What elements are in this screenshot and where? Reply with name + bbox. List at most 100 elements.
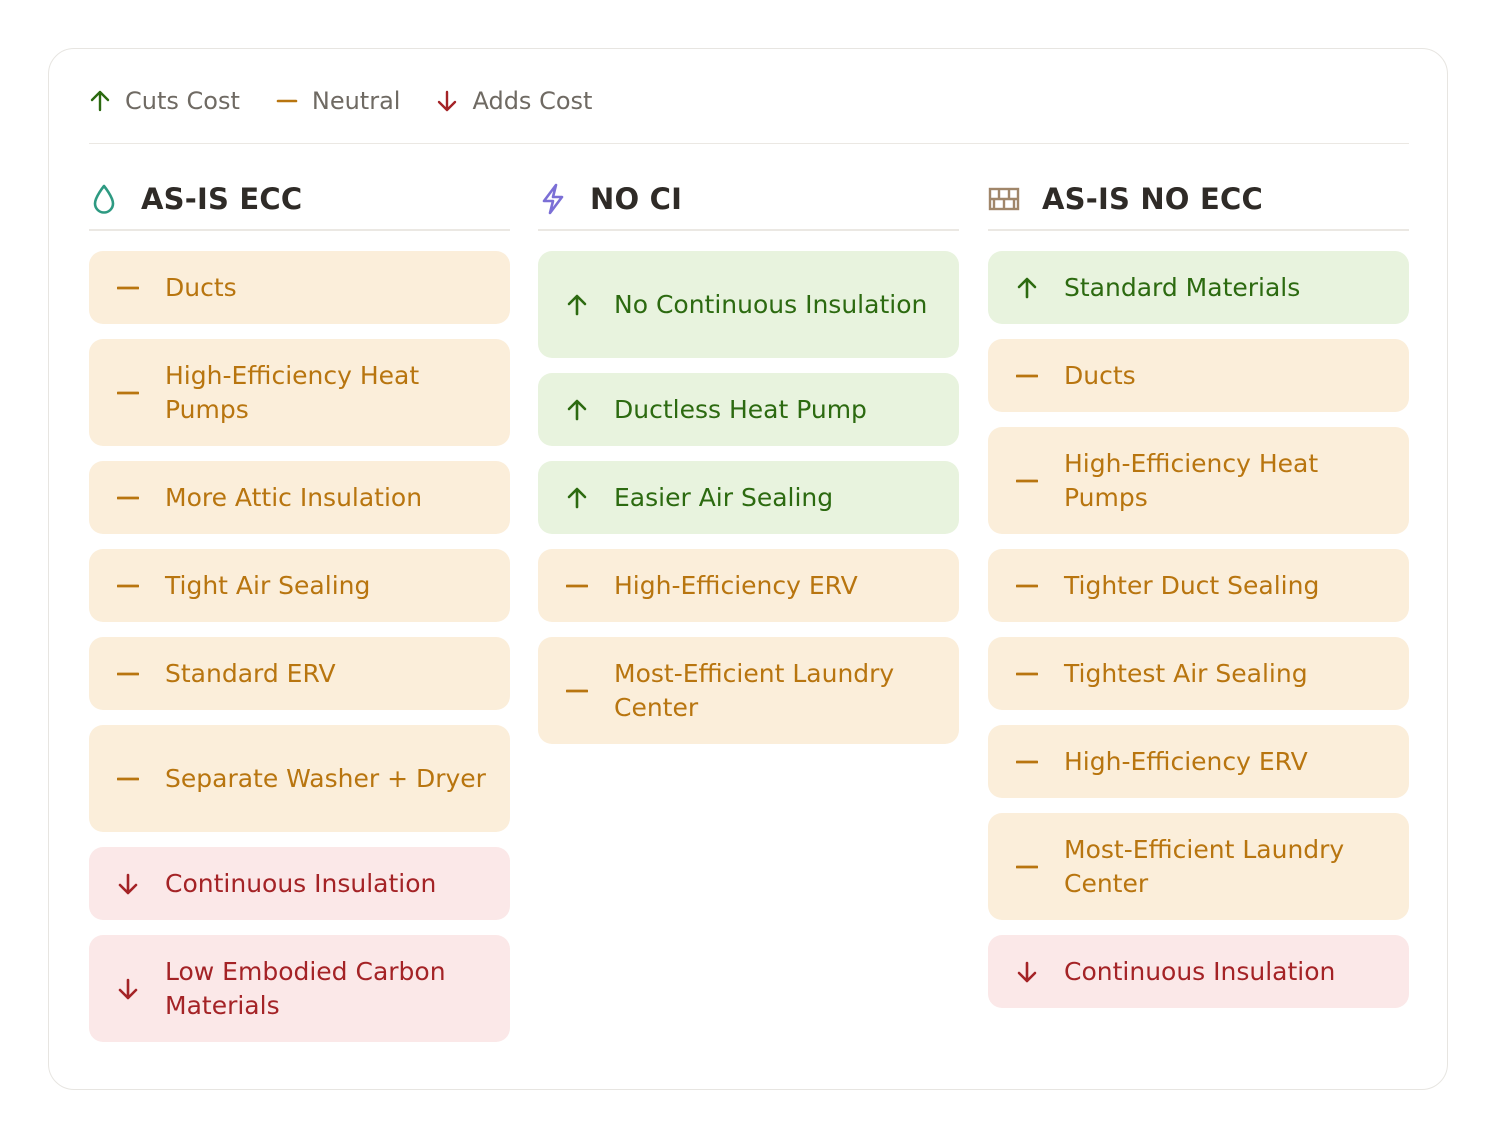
- legend-adds-cost: Adds Cost: [436, 87, 592, 115]
- item-label: Low Embodied Carbon Materials: [165, 956, 446, 1020]
- column-title: AS-IS ECC: [141, 182, 303, 216]
- item-label: More Attic Insulation: [165, 482, 423, 512]
- item-label: Continuous Insulation: [165, 868, 437, 898]
- lightning-icon: [542, 183, 564, 215]
- item-card-neutral: Tightest Air Sealing: [988, 637, 1409, 710]
- item-card-neutral: Tighter Duct Sealing: [988, 549, 1409, 622]
- legend: Cuts Cost Neutral Adds Cost: [89, 79, 628, 123]
- item-card-adds-cost: Continuous Insulation: [988, 935, 1409, 1008]
- impact-indicator: [117, 661, 165, 687]
- item-label: Tighter Duct Sealing: [1064, 570, 1320, 600]
- item-card-neutral: High-Efficiency ERV: [538, 549, 959, 622]
- item-card-neutral: Standard ERV: [89, 637, 510, 710]
- impact-indicator: [1016, 854, 1064, 880]
- impact-indicator: [1016, 661, 1064, 687]
- dash-icon: [117, 286, 139, 289]
- dash-icon: [566, 689, 588, 692]
- arrow-up-icon: [567, 399, 587, 420]
- dash-icon: [276, 99, 298, 103]
- item-card-cuts-cost: Easier Air Sealing: [538, 461, 959, 534]
- brick-wall-icon: [988, 187, 1020, 211]
- impact-indicator: [1016, 959, 1064, 985]
- impact-indicator: [117, 485, 165, 511]
- arrow-down-icon: [118, 978, 138, 999]
- column-items: Ducts High-Efficiency Heat Pumps More Atti…: [89, 251, 510, 1042]
- item-card-neutral: Ducts: [89, 251, 510, 324]
- item-label: Standard ERV: [165, 658, 336, 688]
- legend-neutral-label: Neutral: [311, 87, 401, 115]
- column-header: NO CI: [538, 169, 959, 231]
- impact-indicator: [566, 678, 614, 704]
- impact-indicator: [1016, 468, 1064, 494]
- arrow-up-icon: [1017, 277, 1037, 298]
- item-label: Ducts: [1064, 360, 1136, 390]
- item-label: Continuous Insulation: [1064, 956, 1336, 986]
- dash-icon: [117, 672, 139, 675]
- item-label: High-Efficiency ERV: [614, 570, 858, 600]
- impact-indicator: [117, 766, 165, 792]
- dash-icon: [1016, 584, 1038, 587]
- item-card-adds-cost: Continuous Insulation: [89, 847, 510, 920]
- column-no-ci: NO CI No Continuous Insulation Ductless H…: [538, 169, 959, 759]
- legend-divider: [89, 143, 1409, 144]
- item-card-neutral: Tight Air Sealing: [89, 549, 510, 622]
- item-card-cuts-cost: No Continuous Insulation: [538, 251, 959, 358]
- column-items: No Continuous Insulation Ductless Heat Pu…: [538, 251, 959, 744]
- impact-indicator: [1016, 573, 1064, 599]
- legend-adds-cost-label: Adds Cost: [472, 87, 593, 115]
- arrow-up-icon: [567, 294, 587, 315]
- dash-icon: [1016, 760, 1038, 763]
- impact-indicator: [566, 485, 614, 511]
- item-card-neutral: Ducts: [988, 339, 1409, 412]
- column-items: Standard Materials Ducts High-Efficiency H…: [988, 251, 1409, 1008]
- column-as-is-ecc: AS-IS ECC Ducts High-Efficiency Heat Pump…: [89, 169, 510, 1057]
- impact-indicator: [117, 976, 165, 1002]
- arrow-down-icon: [118, 873, 138, 894]
- arrow-down-icon: [1017, 961, 1037, 982]
- impact-indicator: [566, 292, 614, 318]
- impact-indicator: [566, 573, 614, 599]
- item-card-neutral: Most-Efficient Laundry Center: [988, 813, 1409, 920]
- arrow-up-icon: [567, 487, 587, 508]
- dash-icon: [566, 584, 588, 587]
- column-title: AS-IS NO ECC: [1042, 182, 1263, 216]
- legend-cuts-cost: Cuts Cost: [89, 87, 240, 115]
- comparison-card: Cuts Cost Neutral Adds Cost AS-IS ECC Du…: [48, 48, 1448, 1090]
- item-card-neutral: Separate Washer + Dryer: [89, 725, 510, 832]
- column-title: NO CI: [590, 182, 683, 216]
- item-card-cuts-cost: Standard Materials: [988, 251, 1409, 324]
- item-card-neutral: More Attic Insulation: [89, 461, 510, 534]
- item-label: Ducts: [165, 272, 237, 302]
- impact-indicator: [1016, 275, 1064, 301]
- item-label: Separate Washer + Dryer: [165, 763, 486, 793]
- item-label: Tightest Air Sealing: [1064, 658, 1308, 688]
- item-label: Ductless Heat Pump: [614, 394, 867, 424]
- impact-indicator: [566, 397, 614, 423]
- column-header: AS-IS ECC: [89, 169, 510, 231]
- column-header: AS-IS NO ECC: [988, 169, 1409, 231]
- item-label: High-Efficiency Heat Pumps: [1064, 448, 1319, 512]
- item-label: Easier Air Sealing: [614, 482, 834, 512]
- impact-indicator: [117, 871, 165, 897]
- dash-icon: [1016, 479, 1038, 482]
- dash-icon: [117, 777, 139, 780]
- droplet-icon: [93, 184, 115, 214]
- dash-icon: [1016, 865, 1038, 868]
- impact-indicator: [117, 380, 165, 406]
- dash-icon: [1016, 374, 1038, 377]
- legend-cuts-cost-label: Cuts Cost: [125, 87, 240, 115]
- dash-icon: [117, 584, 139, 587]
- item-label: High-Efficiency Heat Pumps: [165, 360, 420, 424]
- item-card-neutral: High-Efficiency ERV: [988, 725, 1409, 798]
- impact-indicator: [117, 573, 165, 599]
- item-label: No Continuous Insulation: [614, 289, 928, 319]
- item-card-adds-cost: Low Embodied Carbon Materials: [89, 935, 510, 1042]
- impact-indicator: [117, 275, 165, 301]
- item-label: Standard Materials: [1064, 272, 1301, 302]
- item-label: Most-Efficient Laundry Center: [614, 658, 895, 722]
- item-label: Most-Efficient Laundry Center: [1064, 834, 1345, 898]
- impact-indicator: [1016, 749, 1064, 775]
- arrow-down-icon: [438, 90, 457, 112]
- item-card-neutral: High-Efficiency Heat Pumps: [988, 427, 1409, 534]
- impact-indicator: [1016, 363, 1064, 389]
